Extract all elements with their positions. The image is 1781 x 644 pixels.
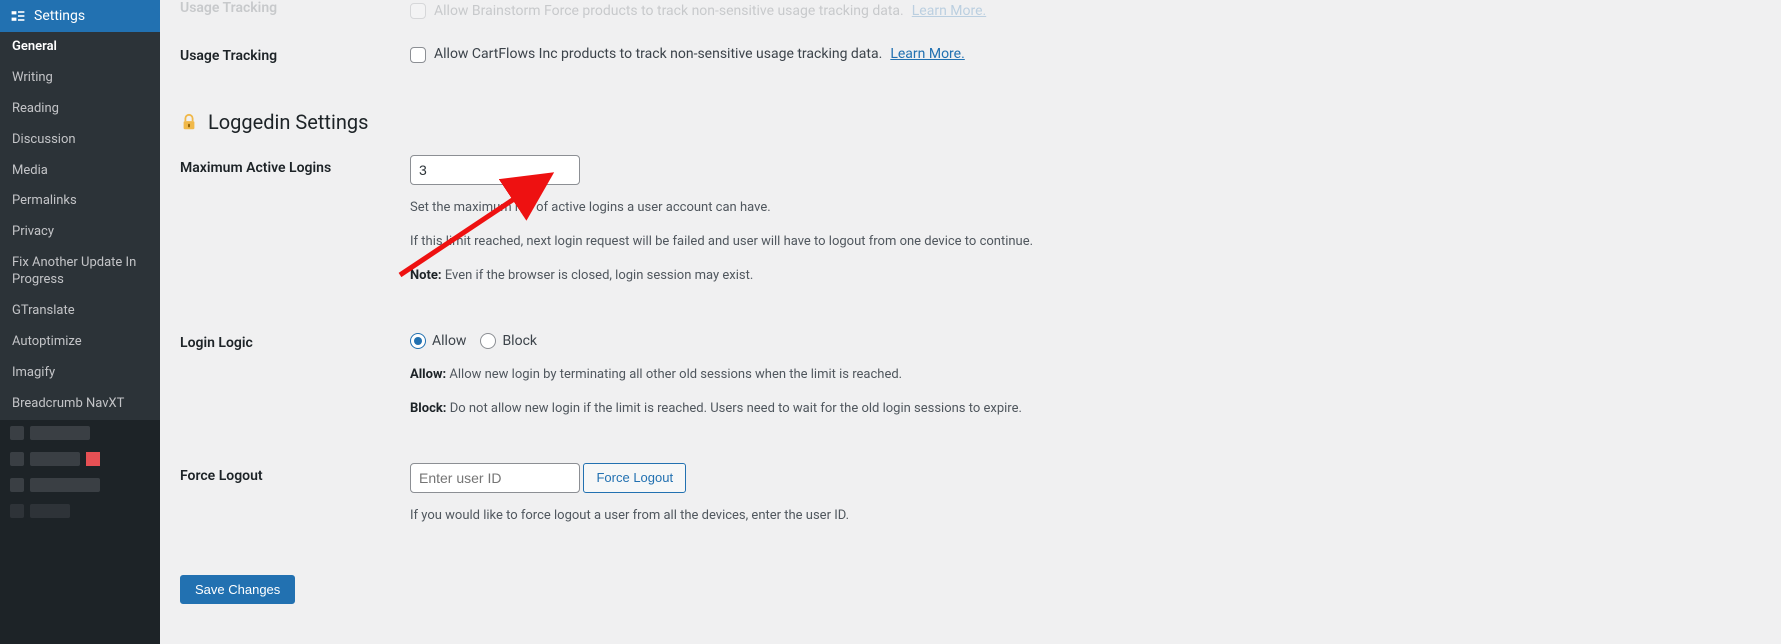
sidebar-item-redacted[interactable] [0, 420, 160, 446]
sidebar-item-label: Imagify [12, 365, 55, 380]
max-logins-note: Note: Even if the browser is closed, log… [410, 266, 1530, 287]
radio-label: Allow [432, 330, 466, 352]
redacted-icon [10, 452, 24, 466]
row-label: Usage Tracking [180, 0, 400, 28]
force-logout-desc: If you would like to force logout a user… [410, 506, 1530, 527]
note-text: Even if the browser is closed, login ses… [442, 268, 754, 283]
sidebar-item-label: Permalinks [12, 193, 77, 208]
sidebar-item-imagify[interactable]: Imagify [0, 358, 160, 389]
max-logins-desc-1: Set the maximum no. of active logins a u… [410, 198, 1530, 219]
force-logout-userid-input[interactable] [410, 463, 580, 493]
force-logout-row: Force Logout Force Logout If you would l… [180, 448, 1540, 555]
save-changes-button[interactable]: Save Changes [180, 575, 295, 604]
redacted-label [30, 504, 70, 518]
sidebar-item-gtranslate[interactable]: GTranslate [0, 296, 160, 327]
sidebar-item-label: GTranslate [12, 303, 75, 318]
section-title: Loggedin Settings [208, 110, 368, 134]
notification-badge-icon [86, 452, 100, 466]
sidebar-submenu: General Writing Reading Discussion Media… [0, 32, 160, 420]
login-logic-allow-desc: Allow: Allow new login by terminating al… [410, 365, 1530, 386]
desc-bold: Block: [410, 401, 446, 416]
usage-tracking-checkbox-brainstorm[interactable] [410, 3, 426, 19]
sidebar-item-redacted[interactable] [0, 472, 160, 498]
settings-page: Usage Tracking Allow Brainstorm Force pr… [160, 0, 1560, 644]
login-logic-allow-radio[interactable] [410, 333, 426, 349]
redacted-label [30, 452, 80, 466]
redacted-label [30, 478, 100, 492]
redacted-label [30, 426, 90, 440]
redacted-icon [10, 478, 24, 492]
sidebar-item-label: Reading [12, 101, 59, 116]
sidebar-item-reading[interactable]: Reading [0, 94, 160, 125]
sidebar-item-media[interactable]: Media [0, 156, 160, 187]
usage-tracking-row-cartflows: Usage Tracking Allow CartFlows Inc produ… [180, 28, 1540, 84]
sidebar-item-privacy[interactable]: Privacy [0, 217, 160, 248]
sidebar-item-label: Media [12, 163, 48, 178]
usage-tracking-checkbox-cartflows[interactable] [410, 47, 426, 63]
sidebar-item-breadcrumb[interactable]: Breadcrumb NavXT [0, 389, 160, 420]
sidebar-item-label: Writing [12, 70, 53, 85]
row-label: Maximum Active Logins [180, 140, 400, 314]
learn-more-link[interactable]: Learn More. [890, 43, 964, 65]
max-logins-row: Maximum Active Logins Set the maximum no… [180, 140, 1540, 314]
row-label: Force Logout [180, 448, 400, 555]
force-logout-button[interactable]: Force Logout [583, 463, 686, 493]
admin-sidebar: Settings General Writing Reading Discuss… [0, 0, 160, 644]
row-label: Usage Tracking [180, 28, 400, 84]
sidebar-item-label: Discussion [12, 132, 76, 147]
sidebar-item-label: Breadcrumb NavXT [12, 396, 124, 411]
sidebar-item-label: General [12, 39, 57, 54]
login-logic-allow-option[interactable]: Allow [410, 330, 466, 352]
row-label: Login Logic [180, 315, 400, 448]
sidebar-item-redacted[interactable] [0, 446, 160, 472]
sidebar-menu-settings[interactable]: Settings [0, 0, 160, 32]
redacted-icon [10, 504, 24, 518]
lock-icon [180, 113, 198, 131]
redacted-icon [10, 426, 24, 440]
login-logic-row: Login Logic Allow Block Allow: Allow [180, 315, 1540, 448]
login-logic-block-option[interactable]: Block [480, 330, 537, 352]
sidebar-item-label: Fix Another Update In Progress [12, 255, 136, 287]
settings-icon [10, 8, 26, 24]
sidebar-item-discussion[interactable]: Discussion [0, 125, 160, 156]
sidebar-item-permalinks[interactable]: Permalinks [0, 186, 160, 217]
desc-text: Allow new login by terminating all other… [446, 367, 902, 382]
sidebar-item-fix-update[interactable]: Fix Another Update In Progress [0, 248, 160, 296]
note-label: Note: [410, 268, 442, 283]
radio-label: Block [502, 330, 537, 352]
max-logins-desc-2: If this limit reached, next login reques… [410, 232, 1530, 253]
checkbox-label: Allow CartFlows Inc products to track no… [434, 43, 882, 65]
sidebar-item-autoptimize[interactable]: Autoptimize [0, 327, 160, 358]
desc-text: Do not allow new login if the limit is r… [446, 401, 1021, 416]
login-logic-block-desc: Block: Do not allow new login if the lim… [410, 399, 1530, 420]
usage-tracking-row-brainstorm: Usage Tracking Allow Brainstorm Force pr… [180, 0, 1540, 28]
checkbox-label: Allow Brainstorm Force products to track… [434, 0, 904, 22]
desc-bold: Allow: [410, 367, 446, 382]
sidebar-item-writing[interactable]: Writing [0, 63, 160, 94]
sidebar-menu-label: Settings [34, 8, 85, 24]
login-logic-block-radio[interactable] [480, 333, 496, 349]
sidebar-item-label: Privacy [12, 224, 54, 239]
learn-more-link[interactable]: Learn More. [912, 0, 986, 22]
sidebar-item-label: Autoptimize [12, 334, 82, 349]
sidebar-item-general[interactable]: General [0, 32, 160, 63]
max-logins-input[interactable] [410, 155, 580, 185]
loggedin-section-heading: Loggedin Settings [180, 110, 1540, 134]
sidebar-item-redacted[interactable] [0, 498, 160, 524]
